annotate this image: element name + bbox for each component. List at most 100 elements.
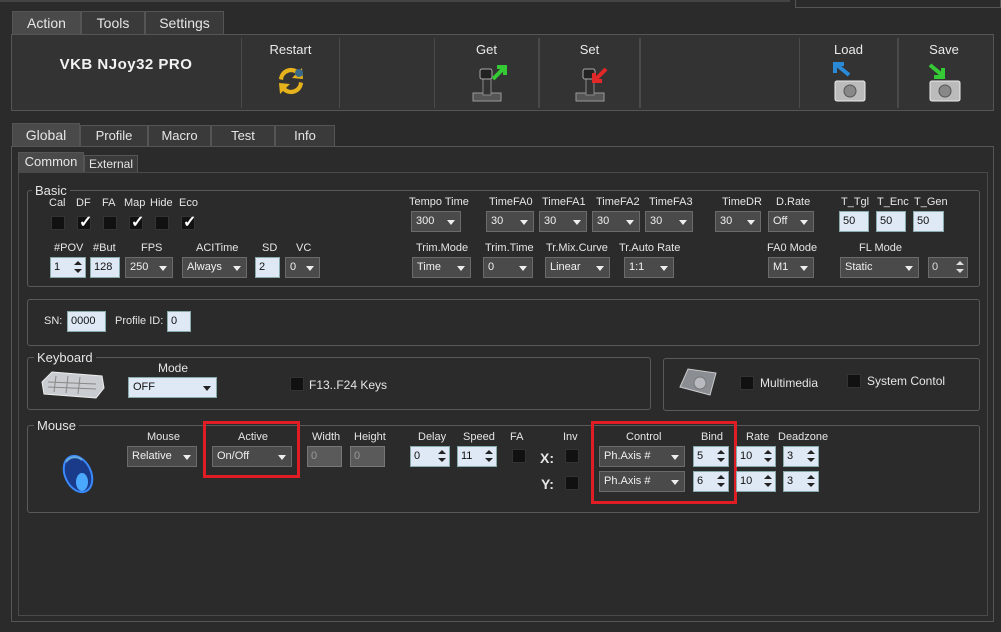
active-select[interactable]: On/Off — [212, 446, 292, 467]
timefa0-label: TimeFA0 — [489, 196, 533, 208]
device-name: VKB NJoy32 PRO — [59, 56, 193, 73]
hide-checkbox[interactable] — [155, 216, 169, 230]
multimedia-checkbox[interactable] — [740, 376, 754, 390]
tab-settings[interactable]: Settings — [145, 11, 224, 35]
rate-x-value: 10 — [740, 450, 753, 462]
deadzone-y-spinner[interactable]: 3 — [783, 471, 819, 492]
multimedia-label: Multimedia — [760, 376, 819, 390]
trim-time-select[interactable]: 0 — [483, 257, 533, 278]
timedr-select[interactable]: 30 — [715, 211, 761, 232]
acltime-label: ACITime — [196, 242, 239, 254]
cal-checkbox[interactable] — [51, 216, 65, 230]
set-button[interactable]: Set — [540, 38, 640, 108]
mouse-fa-checkbox[interactable] — [512, 449, 526, 463]
timefa0-select[interactable]: 30 — [486, 211, 534, 232]
load-button[interactable]: Load — [800, 38, 898, 108]
set-label: Set — [579, 42, 600, 57]
restart-button[interactable]: Restart — [242, 38, 340, 108]
get-button[interactable]: Get — [435, 38, 539, 108]
trauto-rate-select[interactable]: 1:1 — [624, 257, 674, 278]
fa-checkbox[interactable] — [103, 216, 117, 230]
width-input[interactable]: 0 — [307, 446, 342, 467]
fl-mode-spinner[interactable]: 0 — [928, 257, 968, 278]
height-label: Height — [354, 431, 386, 443]
mouse-fa-label: FA — [510, 431, 524, 443]
timefa2-select[interactable]: 30 — [592, 211, 640, 232]
df-checkbox[interactable] — [77, 212, 92, 232]
vc-select[interactable]: 0 — [285, 257, 320, 278]
timefa1-value: 30 — [544, 215, 557, 227]
inv-x-checkbox[interactable] — [565, 449, 579, 463]
restart-label: Restart — [269, 42, 312, 57]
speed-value: 11 — [461, 450, 473, 462]
bind-x-spinner[interactable]: 5 — [693, 446, 729, 467]
t-gen-input[interactable]: 50 — [913, 211, 944, 232]
pov-spinner[interactable]: 1 — [50, 257, 86, 278]
map-checkbox[interactable] — [129, 212, 144, 232]
rate-x-spinner[interactable]: 10 — [736, 446, 776, 467]
bind-y-spinner[interactable]: 6 — [693, 471, 729, 492]
tab-action[interactable]: Action — [12, 11, 81, 35]
title-area — [795, 0, 1001, 8]
fps-label: FPS — [141, 242, 163, 254]
control-label: Control — [626, 431, 662, 443]
timefa2-label: TimeFA2 — [596, 196, 640, 208]
inv-y-checkbox[interactable] — [565, 476, 579, 490]
t-tgl-input[interactable]: 50 — [839, 211, 869, 232]
trmix-curve-select[interactable]: Linear — [545, 257, 610, 278]
tab-tools[interactable]: Tools — [81, 11, 145, 35]
rate-y-value: 10 — [740, 475, 753, 487]
f13-checkbox[interactable] — [290, 377, 304, 391]
fa0-mode-label: FA0 Mode — [767, 242, 818, 254]
tab-info[interactable]: Info — [275, 125, 335, 147]
tab-external[interactable]: External — [84, 155, 138, 172]
trim-mode-value: Time — [417, 261, 442, 273]
t-gen-label: T_Gen — [914, 196, 948, 208]
system-control-checkbox[interactable] — [847, 374, 861, 388]
deadzone-x-spinner[interactable]: 3 — [783, 446, 819, 467]
keyboard-legend: Keyboard — [34, 350, 96, 365]
mouse-type-select[interactable]: Relative — [127, 446, 197, 467]
get-label: Get — [476, 42, 497, 57]
save-button[interactable]: Save — [899, 38, 989, 108]
fps-select[interactable]: 250 — [125, 257, 173, 278]
t-enc-input[interactable]: 50 — [876, 211, 906, 232]
load-disk-icon — [832, 62, 865, 102]
delay-spinner[interactable]: 0 — [410, 446, 450, 467]
profile-id-input[interactable]: 0 — [167, 311, 191, 332]
but-input[interactable]: 128 — [90, 257, 120, 278]
pov-value: 1 — [54, 261, 61, 273]
speed-spinner[interactable]: 11 — [457, 446, 497, 467]
trim-mode-select[interactable]: Time — [412, 257, 471, 278]
sd-input[interactable]: 2 — [255, 257, 280, 278]
tab-test[interactable]: Test — [211, 125, 275, 147]
fl-mode-select[interactable]: Static — [840, 257, 919, 278]
height-input[interactable]: 0 — [350, 446, 385, 467]
fps-value: 250 — [130, 261, 149, 273]
trim-mode-label: Trim.Mode — [416, 242, 469, 254]
timedr-value: 30 — [720, 215, 733, 227]
timedr-label: TimeDR — [722, 196, 762, 208]
timefa1-select[interactable]: 30 — [539, 211, 587, 232]
trmix-curve-value: Linear — [550, 261, 581, 273]
drate-select[interactable]: Off — [768, 211, 814, 232]
acltime-select[interactable]: Always — [182, 257, 247, 278]
trauto-rate-label: Tr.Auto Rate — [619, 242, 681, 254]
mouse-type-value: Relative — [132, 450, 172, 462]
drate-label: D.Rate — [776, 196, 811, 208]
timefa3-select[interactable]: 30 — [645, 211, 693, 232]
tab-global[interactable]: Global — [12, 123, 80, 147]
tab-common[interactable]: Common — [18, 152, 84, 172]
bind-x-value: 5 — [697, 450, 704, 462]
kb-mode-select[interactable]: OFF — [128, 377, 217, 398]
control-x-select[interactable]: Ph.Axis # — [599, 446, 685, 467]
fa0-mode-select[interactable]: M1 — [768, 257, 814, 278]
eco-checkbox[interactable] — [181, 212, 196, 232]
tab-profile[interactable]: Profile — [80, 125, 148, 147]
rate-y-spinner[interactable]: 10 — [736, 471, 776, 492]
tempo-time-select[interactable]: 300 — [411, 211, 461, 232]
tab-macro[interactable]: Macro — [148, 125, 211, 147]
bind-label: Bind — [701, 431, 724, 443]
control-y-select[interactable]: Ph.Axis # — [599, 471, 685, 492]
sn-input[interactable]: 0000 — [67, 311, 106, 332]
